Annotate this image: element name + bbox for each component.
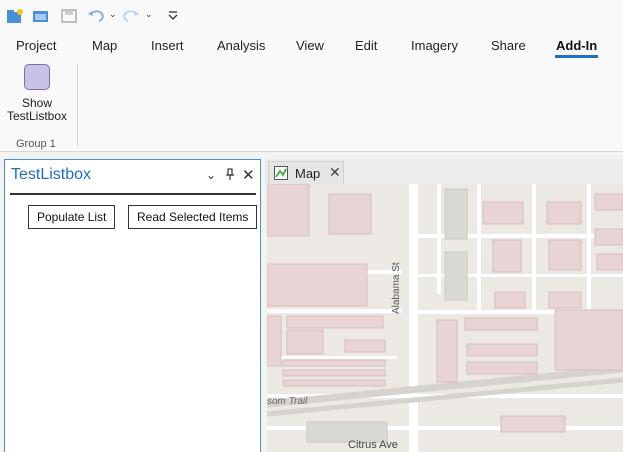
pin-icon[interactable] (225, 168, 235, 183)
addin-button-icon (24, 64, 50, 90)
open-project-icon[interactable] (31, 7, 51, 25)
group-separator (77, 64, 78, 146)
quick-access-toolbar: ⌄ ⌄ (0, 0, 623, 34)
map-canvas[interactable]: Alabama St som Trail Citrus Ave (267, 184, 623, 452)
ribbon-body: Show TestListbox Group 1 (0, 58, 623, 152)
pane-options-icon[interactable]: ⌄ (206, 168, 216, 182)
map-tab-close-icon[interactable]: ✕ (329, 164, 341, 181)
show-testlistbox-button[interactable]: Show TestListbox (6, 64, 68, 123)
group-label: Group 1 (16, 138, 56, 150)
tab-map[interactable]: Map (92, 38, 117, 53)
map-view-tab[interactable]: Map ✕ (268, 161, 344, 184)
undo-icon[interactable] (86, 7, 106, 25)
trail-label: som Trail (267, 396, 308, 407)
populate-list-button[interactable]: Populate List (28, 205, 116, 229)
tab-add-in[interactable]: Add-In (554, 38, 599, 58)
map-tab-label: Map (295, 166, 321, 181)
save-project-icon[interactable] (59, 7, 79, 25)
basemap (267, 184, 623, 452)
redo-dropdown-icon[interactable]: ⌄ (145, 9, 153, 20)
tab-project[interactable]: Project (16, 38, 56, 53)
tab-analysis[interactable]: Analysis (217, 38, 265, 53)
tab-edit[interactable]: Edit (355, 38, 377, 53)
tab-insert[interactable]: Insert (151, 38, 184, 53)
title-divider (10, 193, 256, 195)
show-testlistbox-label: Show TestListbox (6, 97, 68, 123)
close-icon[interactable]: ✕ (242, 166, 255, 184)
tab-imagery[interactable]: Imagery (411, 38, 458, 53)
map-icon (274, 166, 288, 180)
show-label-line2: TestListbox (6, 109, 68, 123)
redo-icon[interactable] (121, 7, 141, 25)
customize-icon[interactable] (163, 7, 183, 25)
tab-view[interactable]: View (296, 38, 324, 53)
read-selected-items-button[interactable]: Read Selected Items (128, 205, 258, 229)
testlistbox-dockpane: TestListbox ⌄ ✕ Populate List Read Selec… (4, 159, 261, 452)
map-tab-strip: Map ✕ (265, 159, 623, 184)
new-project-icon[interactable] (5, 7, 25, 25)
street-label-alabama: Alabama St (391, 262, 402, 314)
dockpane-title: TestListbox (11, 166, 92, 183)
street-label-citrus: Citrus Ave (348, 439, 398, 451)
ribbon-tabs: Project Map Insert Analysis View Edit Im… (0, 34, 623, 58)
undo-dropdown-icon[interactable]: ⌄ (109, 9, 117, 20)
tab-share[interactable]: Share (491, 38, 526, 53)
